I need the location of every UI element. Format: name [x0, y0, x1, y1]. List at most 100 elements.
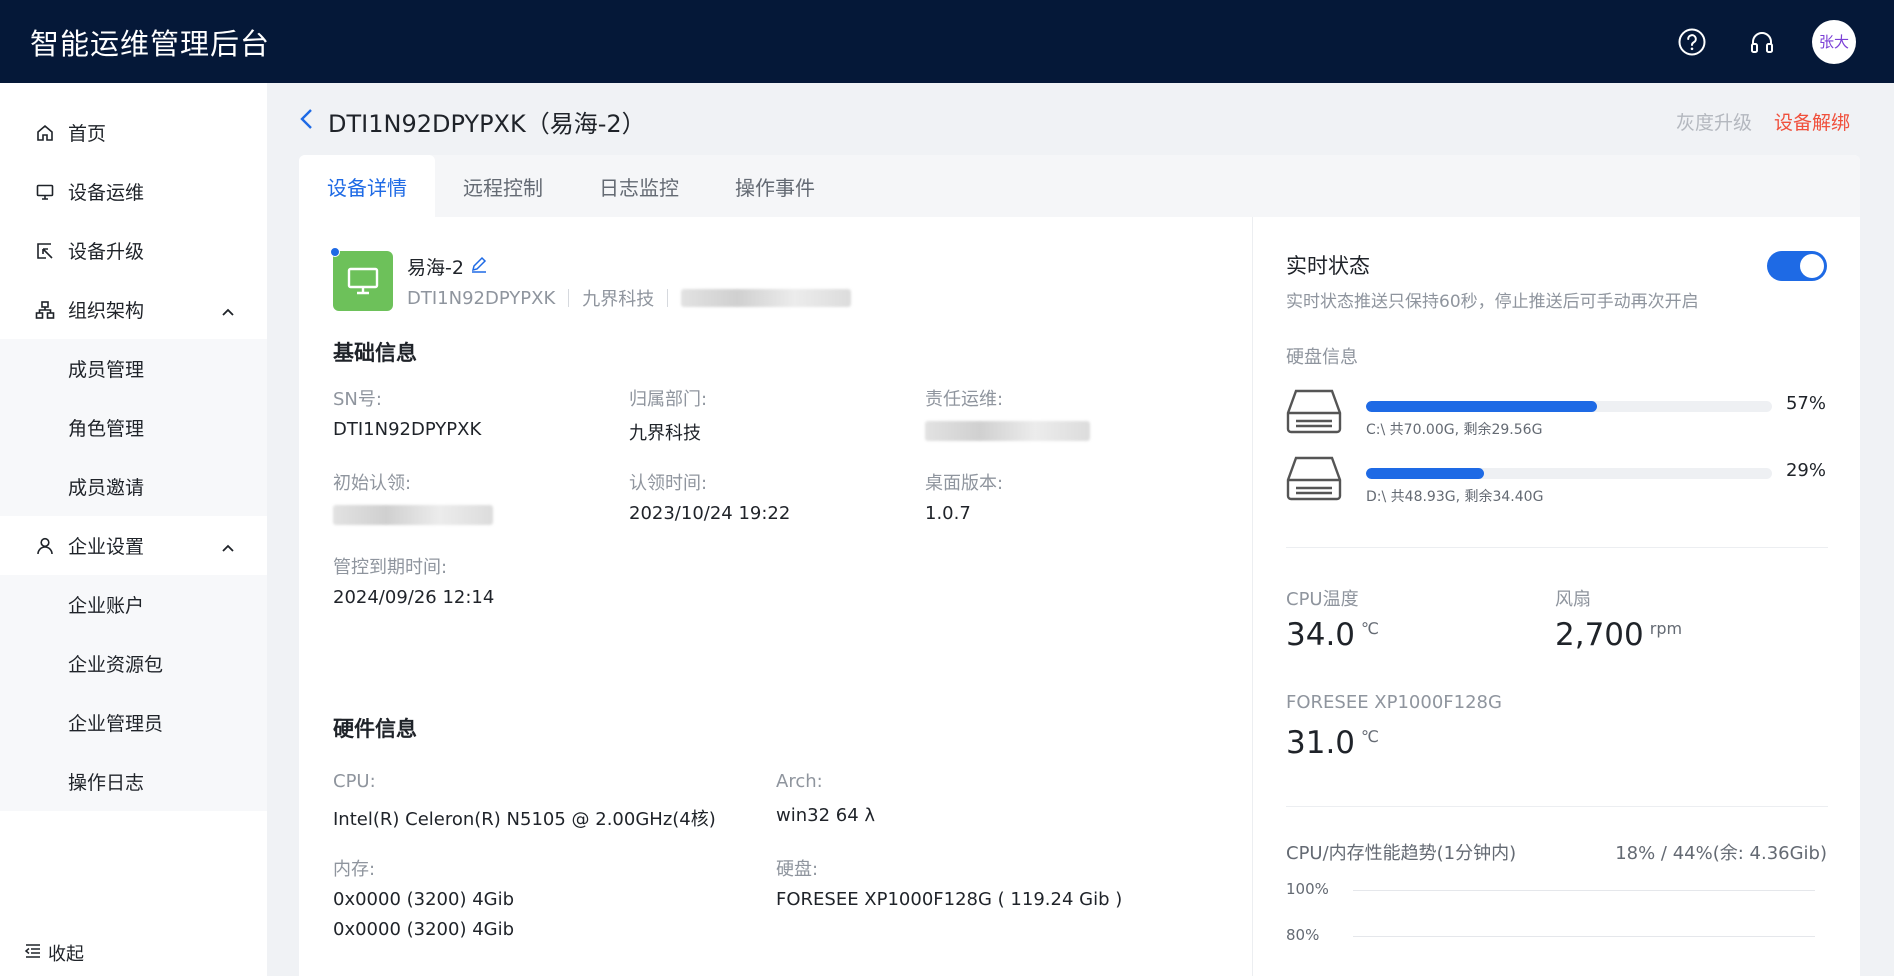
- department-value: 九界科技: [629, 423, 701, 444]
- sidebar-item-members[interactable]: 成员管理: [0, 339, 267, 398]
- chevron-up-icon: [221, 538, 235, 560]
- device-name: 易海-2: [407, 253, 488, 280]
- gray-upgrade-button[interactable]: 灰度升级: [1676, 108, 1752, 135]
- collapse-label: 收起: [48, 944, 84, 965]
- memory-value-2: 0x0000 (3200) 4Gib: [333, 919, 515, 940]
- disk-c-bar: [1366, 401, 1772, 412]
- cpu-temp-value: 34.0: [1286, 617, 1356, 653]
- realtime-desc: 实时状态推送只保持60秒，停止推送后可手动再次开启: [1286, 292, 1699, 312]
- back-icon[interactable]: [298, 107, 316, 136]
- sidebar-item-label: 组织架构: [68, 300, 145, 322]
- trend-value: 18% / 44%(余: 4.36Gib): [1615, 843, 1827, 864]
- cpu-temp-unit: ℃: [1361, 619, 1379, 638]
- edit-icon[interactable]: [470, 255, 488, 278]
- fan-unit: rpm: [1649, 619, 1683, 638]
- header-actions: 灰度升级 设备解绑: [1676, 108, 1850, 135]
- disk-value: FORESEE XP1000F128G ( 119.24 Gib ): [776, 889, 1123, 910]
- memory-value-1: 0x0000 (3200) 4Gib: [333, 889, 515, 910]
- sn-value: DTI1N92DPYPXK: [333, 419, 482, 440]
- device-meta: DTI1N92DPYPXK 九界科技: [407, 285, 852, 311]
- sidebar-item-label: 首页: [68, 123, 107, 145]
- disk-c-bar-fill: [1366, 401, 1598, 412]
- sidebar-item-roles[interactable]: 角色管理: [0, 398, 267, 457]
- section-divider: [1286, 806, 1828, 807]
- chevron-up-icon: [221, 302, 235, 324]
- sidebar-item-logs[interactable]: 操作日志: [0, 752, 267, 811]
- disk-d: 29% D:\ 共48.93G, 剩余34.40G: [1286, 454, 1826, 512]
- enterprise-submenu: 企业账户 企业资源包 企业管理员 操作日志: [0, 575, 267, 811]
- detail-pane: 易海-2 DTI1N92DPYPXK 九界科技 基础信息 SN号: DTI1N9…: [299, 217, 1252, 976]
- grid-line: [1353, 936, 1815, 937]
- home-icon: [34, 122, 56, 144]
- expiry-label: 管控到期时间:: [333, 557, 448, 578]
- disk-c-percent: 57%: [1785, 393, 1826, 414]
- y-tick-80: 80%: [1286, 926, 1320, 944]
- sidebar-item-resources[interactable]: 企业资源包: [0, 634, 267, 693]
- device-card: 设备详情 远程控制 日志监控 操作事件 易海-2 DTI1N92DPYPXK 九…: [299, 155, 1860, 976]
- arch-label: Arch:: [776, 771, 823, 792]
- section-divider: [1286, 547, 1828, 548]
- y-tick-100: 100%: [1286, 880, 1329, 898]
- fan-speed: 2,700 rpm: [1555, 617, 1682, 653]
- sidebar-item-home[interactable]: 首页: [0, 103, 267, 162]
- claim-time-value: 2023/10/24 19:22: [629, 503, 791, 524]
- user-icon: [34, 535, 56, 557]
- desktop-version-label: 桌面版本:: [925, 473, 1004, 494]
- sidebar-item-admins[interactable]: 企业管理员: [0, 693, 267, 752]
- realtime-pane: 实时状态 实时状态推送只保持60秒，停止推送后可手动再次开启 硬盘信息 57% …: [1252, 217, 1860, 976]
- disk-label: 硬盘:: [776, 859, 819, 880]
- ssd-temp-value: 31.0: [1286, 725, 1356, 761]
- unbind-button[interactable]: 设备解绑: [1774, 108, 1850, 135]
- arch-value: win32 64 λ: [776, 805, 876, 826]
- tab-log-monitor[interactable]: 日志监控: [571, 155, 707, 217]
- cpu-temp: 34.0 ℃: [1286, 617, 1379, 653]
- sidebar-item-invite[interactable]: 成员邀请: [0, 457, 267, 516]
- ssd-temp-label: FORESEE XP1000F128G: [1286, 692, 1502, 713]
- redacted-owner: [681, 289, 852, 307]
- memory-label: 内存:: [333, 859, 376, 880]
- sidebar-item-account[interactable]: 企业账户: [0, 575, 267, 634]
- claim-value-redacted: [333, 505, 493, 530]
- tab-bar: 设备详情 远程控制 日志监控 操作事件: [299, 155, 1860, 217]
- sidebar-item-device-ops[interactable]: 设备运维: [0, 162, 267, 221]
- tab-device-detail[interactable]: 设备详情: [299, 155, 435, 217]
- fan-label: 风扇: [1555, 589, 1591, 610]
- tab-remote-control[interactable]: 远程控制: [435, 155, 571, 217]
- top-actions: 张大: [1672, 0, 1856, 83]
- disk-d-detail: D:\ 共48.93G, 剩余34.40G: [1366, 489, 1544, 505]
- realtime-title: 实时状态: [1286, 254, 1370, 278]
- page-header: DTI1N92DPYPXK（易海-2）: [298, 100, 646, 142]
- sidebar-item-org[interactable]: 组织架构: [0, 280, 267, 339]
- sidebar-item-enterprise[interactable]: 企业设置: [0, 516, 267, 575]
- headset-icon[interactable]: [1742, 22, 1782, 62]
- user-avatar[interactable]: 张大: [1812, 19, 1856, 64]
- department-label: 归属部门:: [629, 389, 708, 410]
- app-title: 智能运维管理后台: [30, 26, 271, 61]
- collapse-button[interactable]: 收起: [24, 940, 84, 966]
- sidebar-item-label: 企业设置: [68, 536, 145, 558]
- tab-operation-events[interactable]: 操作事件: [707, 155, 843, 217]
- monitor-icon: [34, 181, 56, 203]
- owner-value-redacted: [925, 421, 1090, 446]
- sn-label: SN号:: [333, 389, 382, 410]
- disk-c: 57% C:\ 共70.00G, 剩余29.56G: [1286, 387, 1826, 445]
- realtime-toggle[interactable]: [1767, 251, 1827, 281]
- meta-divider: [568, 289, 570, 307]
- disk-d-bar-fill: [1366, 468, 1484, 479]
- hard-drive-icon: [1286, 454, 1342, 507]
- claim-label: 初始认领:: [333, 473, 412, 494]
- cpu-value: Intel(R) Celeron(R) N5105 @ 2.00GHz(4核): [333, 809, 716, 830]
- sidebar-item-label: 设备运维: [68, 182, 145, 204]
- meta-divider: [667, 289, 669, 307]
- org-chart-icon: [34, 299, 56, 321]
- help-icon[interactable]: [1672, 22, 1712, 62]
- hardware-info-title: 硬件信息: [333, 717, 417, 741]
- sidebar-item-label: 设备升级: [68, 241, 145, 263]
- upgrade-icon: [34, 240, 56, 262]
- ssd-temp: 31.0 ℃: [1286, 725, 1379, 761]
- expiry-value: 2024/09/26 12:14: [333, 587, 495, 608]
- cpu-label: CPU:: [333, 771, 376, 792]
- sidebar-item-device-upgrade[interactable]: 设备升级: [0, 221, 267, 280]
- disk-d-percent: 29%: [1785, 460, 1826, 481]
- grid-line: [1353, 890, 1815, 891]
